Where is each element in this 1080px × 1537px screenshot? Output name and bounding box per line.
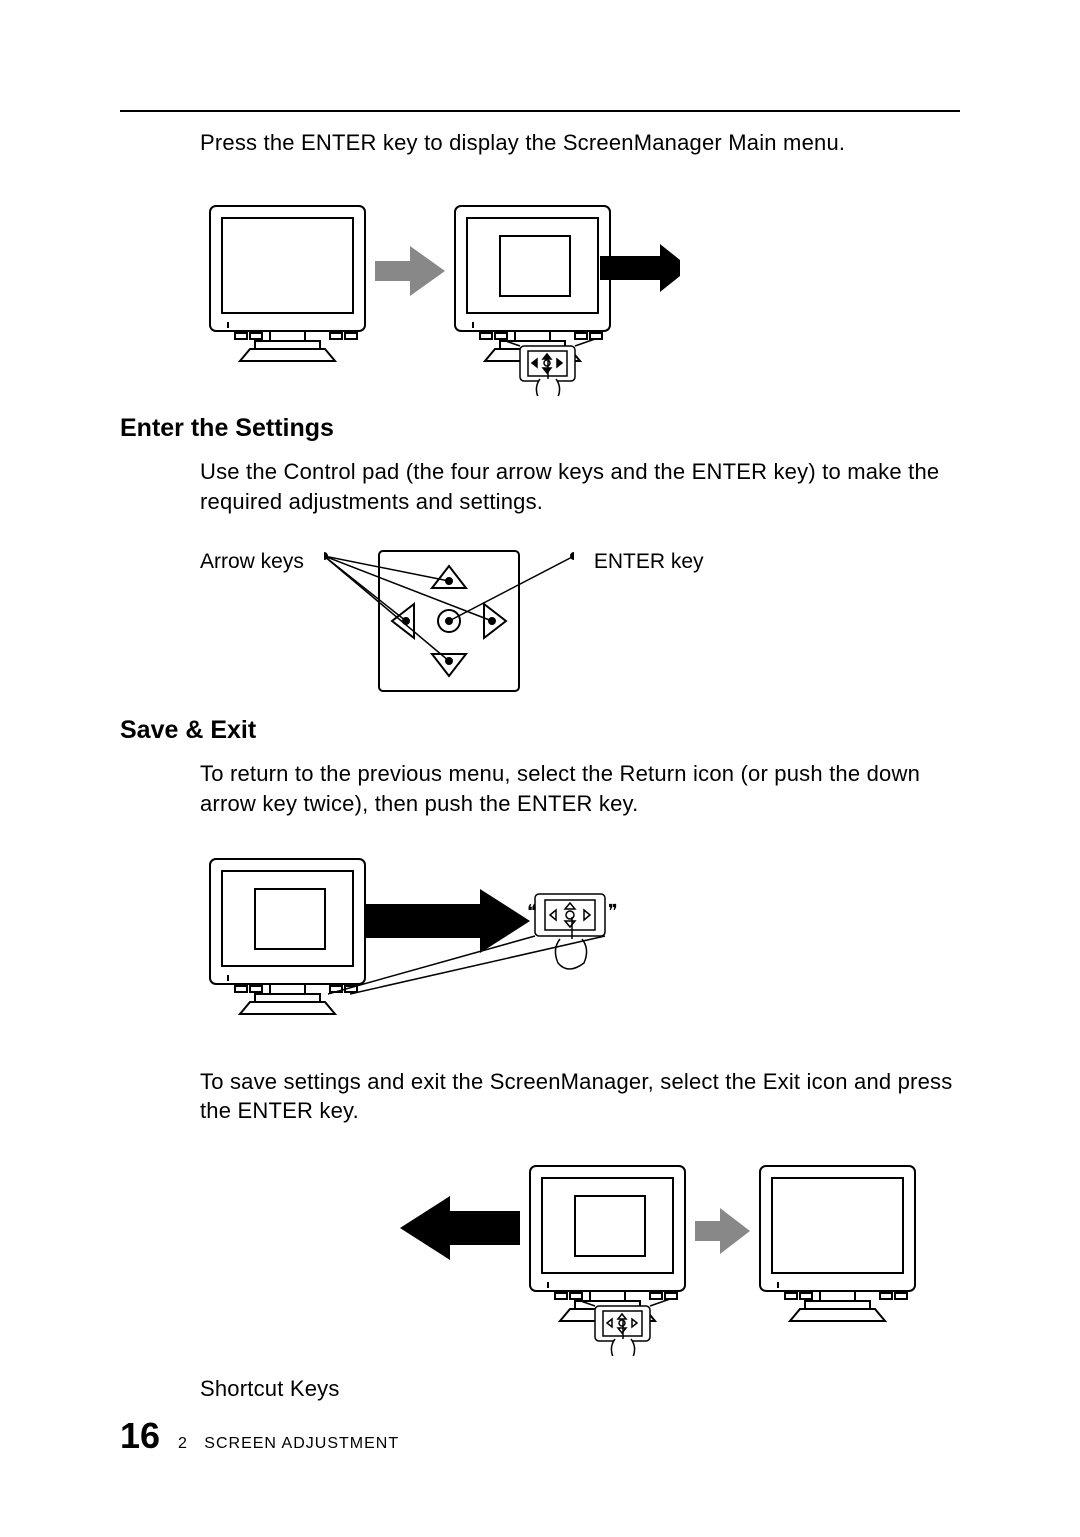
label-arrow-keys: Arrow keys — [200, 546, 304, 574]
page-footer: 16 2 SCREEN ADJUSTMENT — [120, 1415, 399, 1457]
heading-enter-settings: Enter the Settings — [120, 414, 960, 443]
svg-text:❞: ❞ — [608, 901, 618, 921]
figure-enter-main-menu — [200, 196, 960, 396]
chapter-title: SCREEN ADJUSTMENT — [204, 1435, 399, 1452]
shortcut-keys-label: Shortcut Keys — [200, 1374, 960, 1404]
para-save-exit: To save settings and exit the ScreenMana… — [200, 1067, 960, 1126]
heading-save-exit: Save & Exit — [120, 716, 960, 745]
figure-exit-screenmanager — [400, 1156, 960, 1356]
para-return-previous: To return to the previous menu, select t… — [200, 759, 960, 818]
para-enter-settings: Use the Control pad (the four arrow keys… — [200, 457, 960, 516]
figure-control-pad: Arrow keys — [200, 546, 960, 696]
figure-return-menu: ❝ ❞ — [200, 849, 960, 1049]
svg-text:❝: ❝ — [527, 901, 537, 921]
top-rule — [120, 110, 960, 112]
chapter-number: 2 — [178, 1435, 188, 1452]
intro-text: Press the ENTER key to display the Scree… — [200, 130, 960, 156]
page-number: 16 — [120, 1415, 160, 1457]
label-enter-key: ENTER key — [594, 546, 704, 574]
